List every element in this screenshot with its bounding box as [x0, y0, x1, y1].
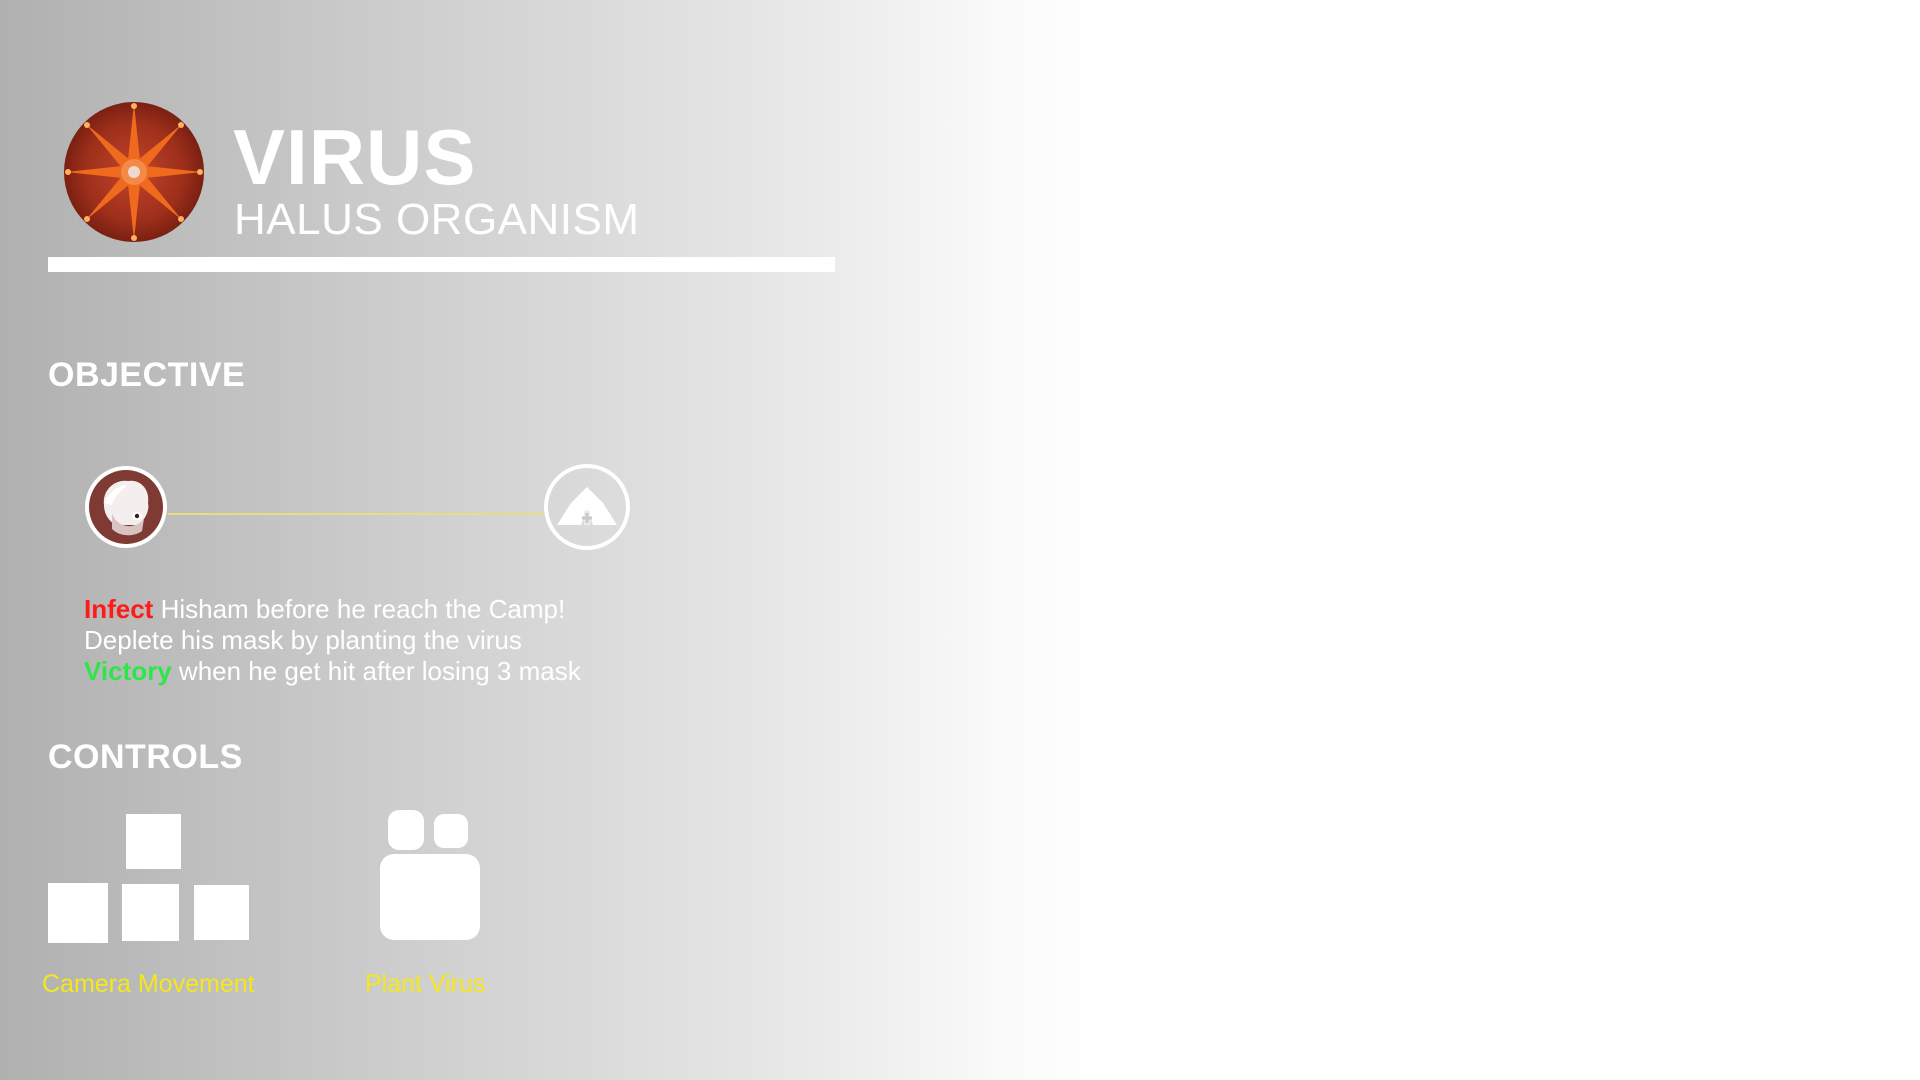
- mouse-left-click-icon: [380, 810, 480, 940]
- d-key-icon: [194, 885, 249, 940]
- hisham-avatar-icon: [85, 466, 167, 548]
- objective-line-deplete: Deplete his mask by planting the virus: [84, 627, 522, 653]
- virus-icon: [64, 102, 204, 242]
- game-subtitle: HALUS ORGANISM: [234, 195, 640, 244]
- w-key-icon: [126, 814, 181, 869]
- objective-heading: OBJECTIVE: [48, 356, 246, 394]
- s-key-icon: [122, 884, 179, 941]
- objective-line-infect: Infect Hisham before he reach the Camp!: [84, 596, 565, 622]
- game-title: VIRUS: [233, 113, 477, 201]
- objective-line-text: Hisham before he reach the Camp!: [153, 594, 566, 624]
- controls-heading: CONTROLS: [48, 738, 243, 776]
- victory-keyword: Victory: [84, 656, 172, 686]
- objective-line-text: when he get hit after losing 3 mask: [171, 656, 581, 686]
- objective-line-victory: Victory when he get hit after losing 3 m…: [84, 658, 581, 684]
- infect-keyword: Infect: [84, 594, 154, 624]
- objective-line-text: Deplete his mask by planting the virus: [84, 625, 522, 655]
- objective-path-line: [168, 513, 544, 515]
- a-key-icon: [48, 883, 108, 943]
- camera-movement-label: Camera Movement: [42, 970, 255, 998]
- camp-tent-icon: [544, 464, 630, 550]
- plant-virus-label: Plant Virus: [365, 970, 486, 998]
- header-divider: [48, 257, 835, 272]
